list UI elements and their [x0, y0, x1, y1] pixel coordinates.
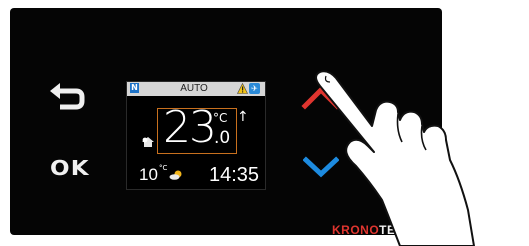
thermostat-display: N AUTO ✈ 23 °C .0 ↑ 10 °C 14:35	[126, 81, 266, 190]
room-temp-decimal: .0	[214, 128, 231, 148]
warning-icon	[237, 83, 248, 94]
house-icon	[142, 137, 154, 147]
mode-label: AUTO	[180, 83, 208, 94]
status-bar: N AUTO ✈	[127, 82, 265, 96]
pointing-hand-illustration	[315, 70, 475, 246]
clock-time: 14:35	[209, 164, 260, 186]
outdoor-temp-unit: °C	[159, 164, 168, 172]
ok-button[interactable]: OK	[50, 156, 90, 180]
satellite-icon: ✈	[249, 83, 260, 94]
room-temp-unit: °C	[213, 111, 228, 125]
room-temperature: 23	[163, 102, 217, 153]
status-indicator-icon: N	[130, 83, 139, 93]
outdoor-temperature: 10	[139, 165, 158, 184]
return-arrow-icon	[50, 83, 85, 110]
trend-up-icon: ↑	[237, 109, 249, 125]
back-button[interactable]	[48, 82, 90, 116]
partly-cloudy-icon	[169, 170, 182, 180]
